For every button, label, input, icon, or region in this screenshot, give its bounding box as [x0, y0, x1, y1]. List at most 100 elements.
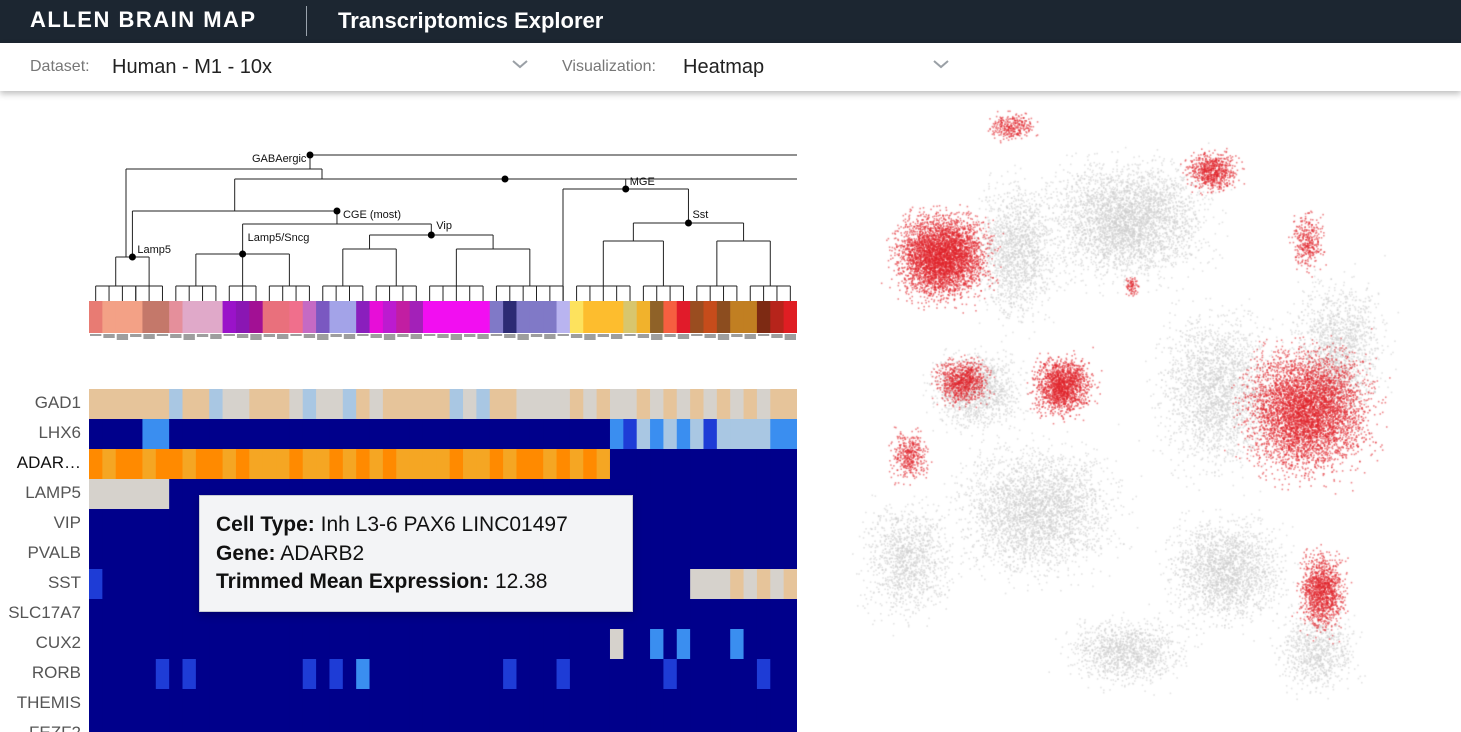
heatmap-cell[interactable]: [543, 719, 558, 732]
heatmap-cell[interactable]: [409, 449, 424, 480]
cluster-color-swatch[interactable]: [396, 301, 411, 333]
heatmap-cell[interactable]: [316, 659, 330, 690]
heatmap-cell[interactable]: [583, 419, 598, 450]
heatmap-cell[interactable]: [142, 449, 157, 480]
cluster-color-swatch[interactable]: [716, 301, 731, 333]
heatmap-cell[interactable]: [115, 719, 130, 732]
heatmap-cell[interactable]: [690, 479, 704, 510]
gene-label[interactable]: LAMP5: [0, 483, 81, 503]
heatmap-cell[interactable]: [276, 389, 290, 420]
heatmap-cell[interactable]: [262, 719, 277, 732]
heatmap-cell[interactable]: [209, 389, 224, 420]
heatmap-cell[interactable]: [102, 539, 117, 570]
heatmap-cell[interactable]: [756, 539, 771, 570]
heatmap-cell[interactable]: [155, 659, 170, 690]
heatmap-cell[interactable]: [703, 449, 718, 480]
heatmap-cell[interactable]: [730, 719, 745, 732]
heatmap-cell[interactable]: [516, 419, 531, 450]
heatmap-cell[interactable]: [676, 509, 691, 540]
heatmap-cell[interactable]: [756, 599, 771, 630]
heatmap-cell[interactable]: [676, 389, 691, 420]
heatmap-cell[interactable]: [169, 509, 184, 540]
heatmap-cell[interactable]: [115, 599, 130, 630]
heatmap-cell[interactable]: [756, 419, 771, 450]
heatmap-cell[interactable]: [730, 689, 745, 720]
heatmap-cell[interactable]: [569, 659, 584, 690]
heatmap-cell[interactable]: [676, 719, 691, 732]
heatmap-cell[interactable]: [436, 719, 451, 732]
heatmap-cell[interactable]: [569, 419, 584, 450]
heatmap-cell[interactable]: [249, 719, 264, 732]
heatmap-cell[interactable]: [476, 389, 491, 420]
gene-label[interactable]: CUX2: [0, 633, 81, 653]
heatmap-cell[interactable]: [476, 419, 491, 450]
heatmap-cell[interactable]: [276, 419, 290, 450]
heatmap-cell[interactable]: [115, 629, 130, 660]
heatmap-cell[interactable]: [703, 569, 718, 600]
heatmap-cell[interactable]: [302, 659, 317, 690]
heatmap-cell[interactable]: [556, 449, 571, 480]
cluster-color-swatch[interactable]: [142, 301, 157, 333]
heatmap-cell[interactable]: [382, 689, 397, 720]
heatmap-cell[interactable]: [770, 689, 785, 720]
heatmap-cell[interactable]: [382, 449, 397, 480]
heatmap-cell[interactable]: [182, 569, 197, 600]
heatmap-cell[interactable]: [409, 629, 424, 660]
heatmap-cell[interactable]: [369, 689, 384, 720]
heatmap-cell[interactable]: [716, 599, 731, 630]
heatmap-cell[interactable]: [783, 509, 797, 540]
heatmap-cell[interactable]: [623, 629, 638, 660]
cluster-color-swatch[interactable]: [476, 301, 491, 333]
heatmap-cell[interactable]: [409, 659, 424, 690]
heatmap-cell[interactable]: [302, 689, 317, 720]
heatmap-cell[interactable]: [302, 719, 317, 732]
heatmap-cell[interactable]: [142, 719, 157, 732]
heatmap-cell[interactable]: [316, 449, 330, 480]
heatmap-cell[interactable]: [663, 569, 678, 600]
heatmap-cell[interactable]: [489, 719, 504, 732]
heatmap-cell[interactable]: [396, 659, 411, 690]
heatmap-cell[interactable]: [115, 479, 130, 510]
heatmap-cell[interactable]: [449, 449, 464, 480]
heatmap-cell[interactable]: [543, 689, 558, 720]
cluster-color-swatch[interactable]: [222, 301, 237, 333]
heatmap-cell[interactable]: [756, 659, 771, 690]
heatmap-cell[interactable]: [703, 389, 718, 420]
heatmap-cell[interactable]: [783, 569, 797, 600]
heatmap-cell[interactable]: [235, 629, 250, 660]
heatmap-cell[interactable]: [155, 509, 170, 540]
heatmap-cell[interactable]: [543, 389, 558, 420]
dendrogram-node[interactable]: [333, 207, 341, 215]
heatmap-cell[interactable]: [529, 719, 544, 732]
heatmap-cell[interactable]: [743, 569, 758, 600]
heatmap-cell[interactable]: [302, 629, 317, 660]
heatmap-cell[interactable]: [155, 599, 170, 630]
heatmap-cell[interactable]: [129, 599, 143, 630]
heatmap-cell[interactable]: [636, 479, 651, 510]
heatmap-cell[interactable]: [636, 569, 651, 600]
heatmap-cell[interactable]: [182, 449, 197, 480]
gene-label[interactable]: LHX6: [0, 423, 81, 443]
heatmap-cell[interactable]: [169, 659, 184, 690]
heatmap-cell[interactable]: [676, 599, 691, 630]
heatmap-cell[interactable]: [516, 689, 531, 720]
heatmap-cell[interactable]: [129, 479, 143, 510]
heatmap-cell[interactable]: [770, 479, 785, 510]
cluster-color-swatch[interactable]: [262, 301, 277, 333]
heatmap-cell[interactable]: [329, 419, 344, 450]
heatmap-cell[interactable]: [609, 449, 624, 480]
cluster-color-swatch[interactable]: [543, 301, 558, 333]
heatmap-cell[interactable]: [516, 659, 531, 690]
heatmap-cell[interactable]: [195, 419, 210, 450]
cluster-color-swatch[interactable]: [89, 301, 103, 333]
chevron-down-icon[interactable]: [511, 55, 529, 73]
heatmap-cell[interactable]: [756, 569, 771, 600]
heatmap-cell[interactable]: [690, 389, 704, 420]
heatmap-cell[interactable]: [543, 449, 558, 480]
gene-label[interactable]: ADAR…: [0, 453, 81, 473]
heatmap-cell[interactable]: [422, 689, 437, 720]
heatmap-cell[interactable]: [342, 629, 357, 660]
heatmap-cell[interactable]: [556, 719, 571, 732]
heatmap-cell[interactable]: [463, 689, 477, 720]
heatmap-cell[interactable]: [770, 419, 785, 450]
